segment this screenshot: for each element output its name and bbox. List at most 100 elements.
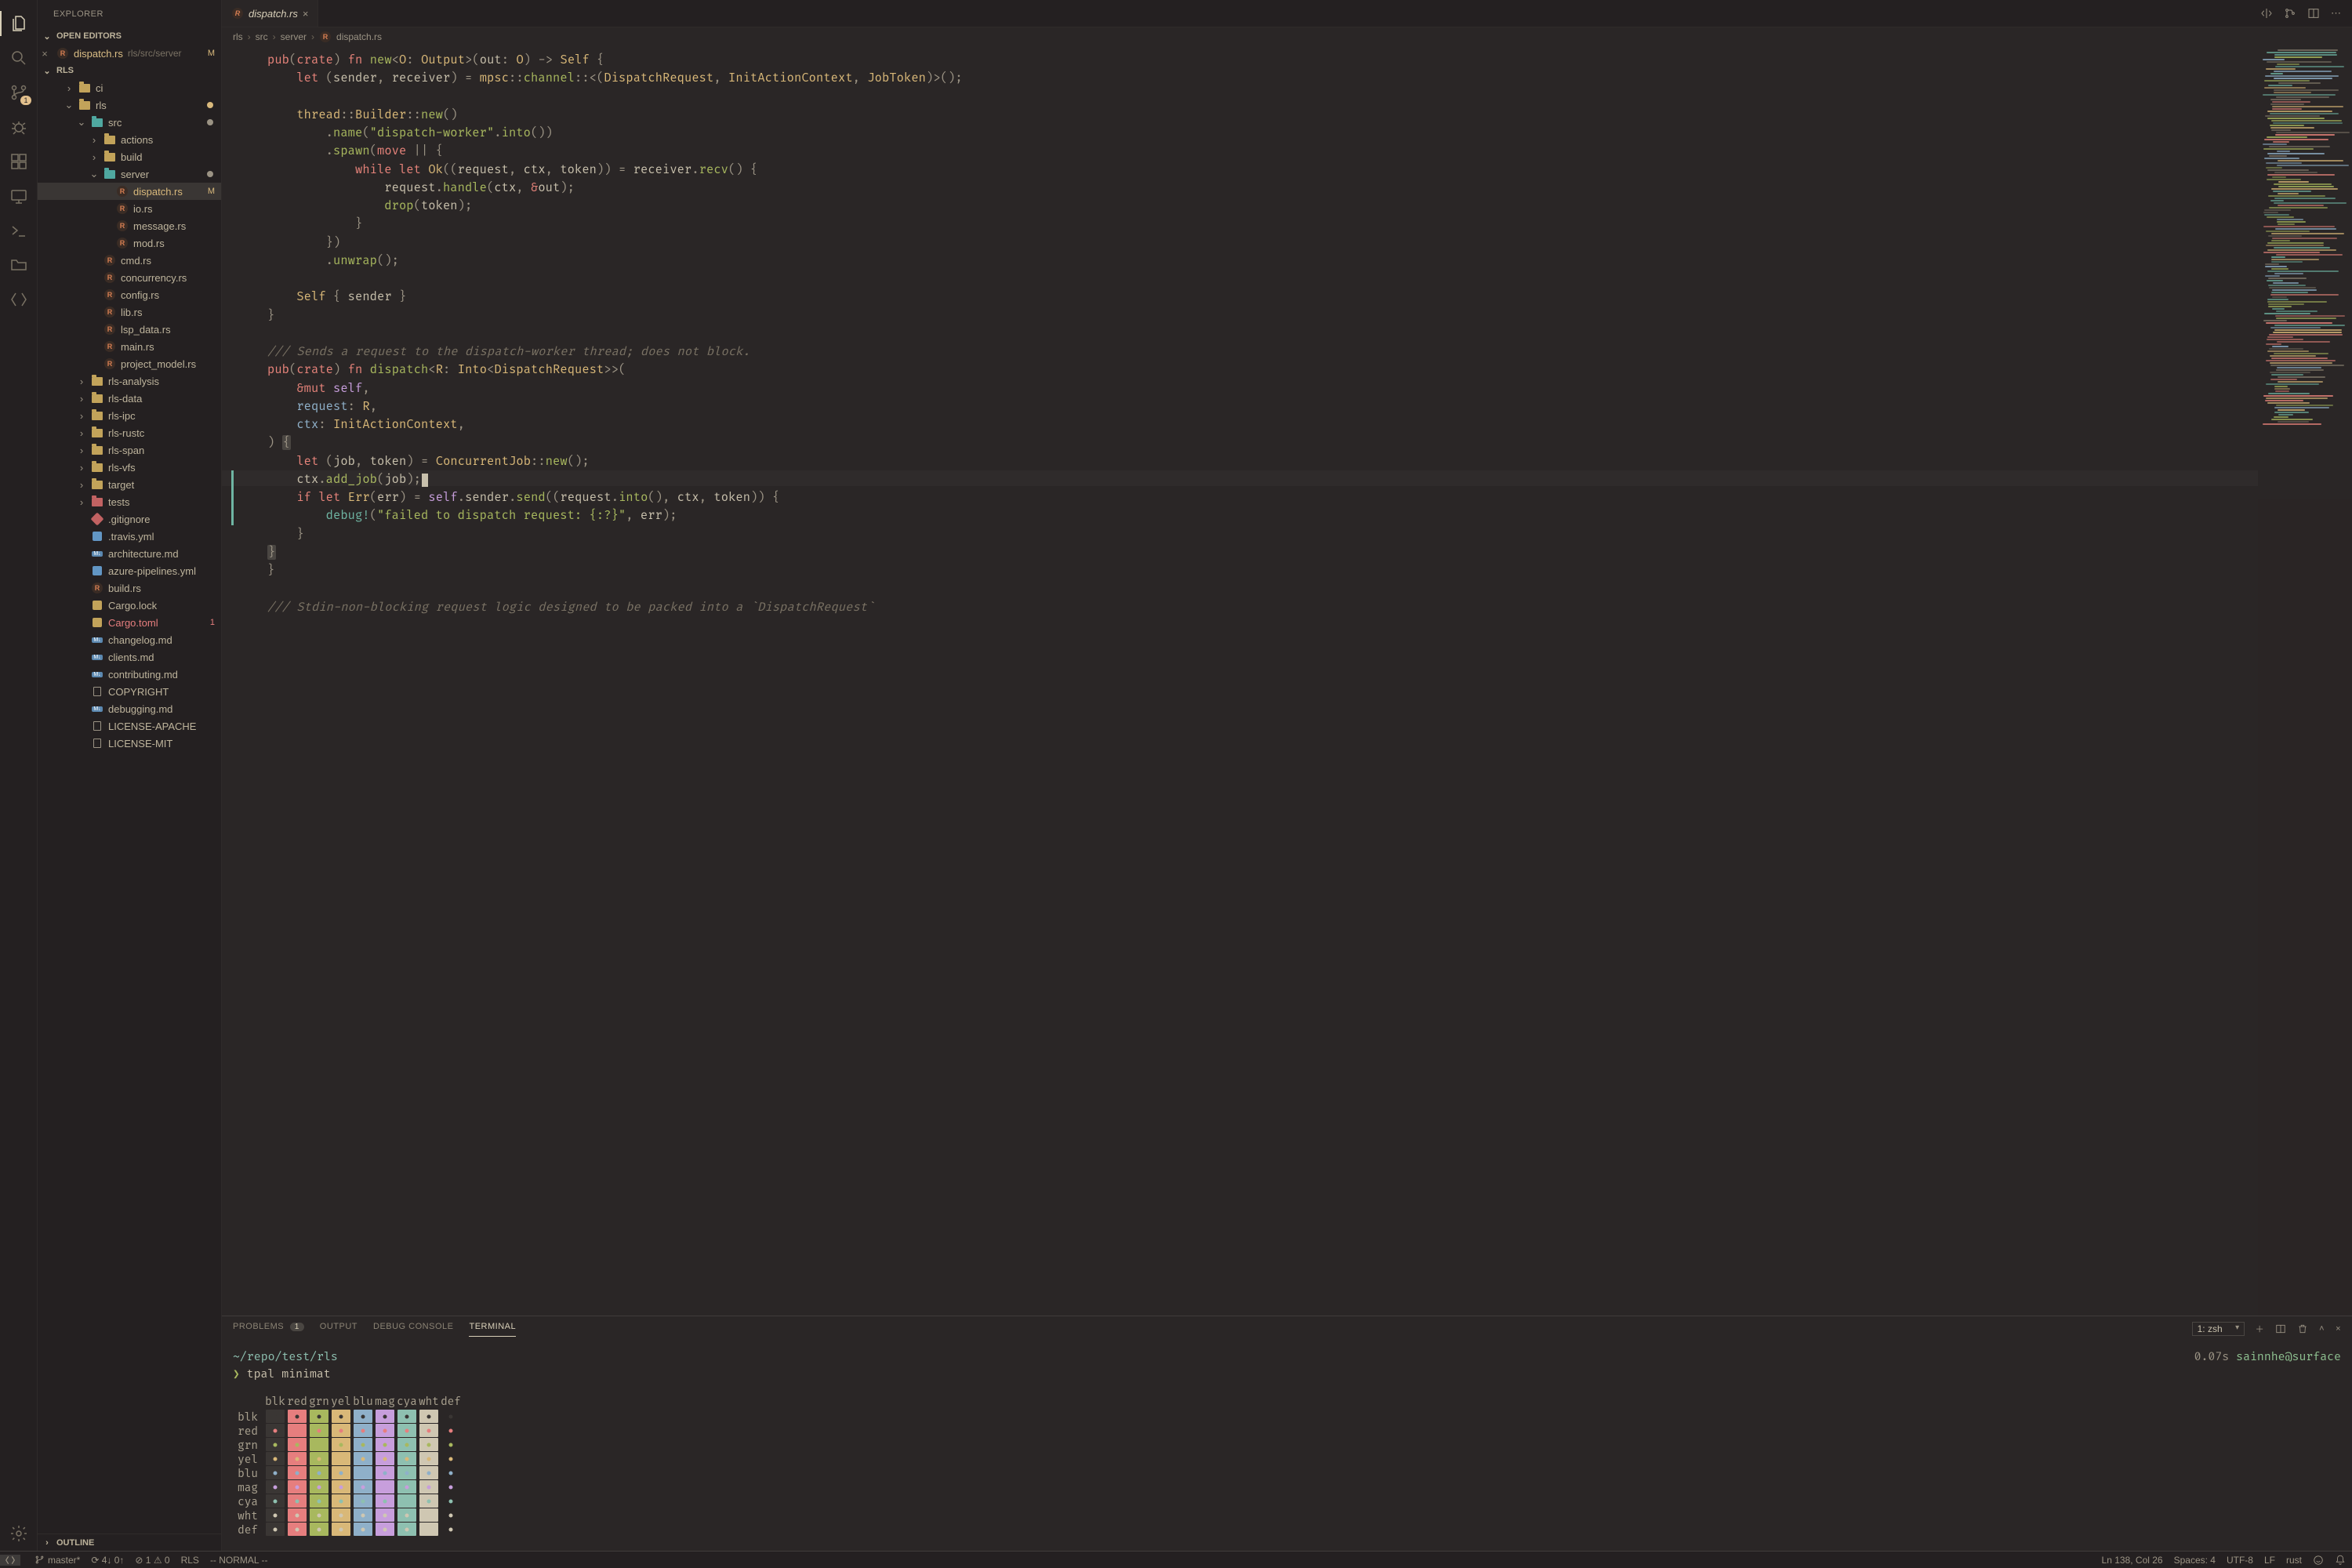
tree-folder[interactable]: › rls-rustc — [38, 424, 221, 441]
terminal-selector[interactable]: 1: zsh — [2192, 1322, 2245, 1336]
tree-file[interactable]: R lib.rs — [38, 303, 221, 321]
tree-file[interactable]: R message.rs — [38, 217, 221, 234]
tree-file[interactable]: COPYRIGHT — [38, 683, 221, 700]
activity-debug[interactable] — [0, 110, 38, 144]
tree-file[interactable]: R concurrency.rs — [38, 269, 221, 286]
crumb[interactable]: server — [281, 31, 307, 42]
minimap[interactable] — [2258, 46, 2352, 1316]
status-feedback-icon[interactable] — [2313, 1555, 2324, 1566]
close-icon[interactable]: × — [303, 8, 309, 20]
editor[interactable]: pub(crate) fn new<O: Output>(out: O) -> … — [222, 46, 2352, 1316]
split-terminal-icon[interactable] — [2275, 1323, 2286, 1334]
activity-search[interactable] — [0, 41, 38, 75]
status-sync[interactable]: ⟳ 4↓ 0↑ — [91, 1555, 124, 1566]
problems-badge: 1 — [290, 1323, 304, 1331]
tree-folder[interactable]: ⌄ rls — [38, 96, 221, 114]
crumb[interactable]: rls — [233, 31, 243, 42]
status-language[interactable]: rust — [2286, 1555, 2302, 1566]
tree-file[interactable]: R build.rs — [38, 579, 221, 597]
tree-file[interactable]: LICENSE-APACHE — [38, 717, 221, 735]
tree-folder[interactable]: ⌄ server — [38, 165, 221, 183]
chevron-icon: › — [89, 151, 99, 163]
branch-icon — [34, 1555, 45, 1565]
status-branch[interactable]: master* — [34, 1555, 80, 1566]
terminal-body[interactable]: 0.07s sainnhe@surface ~/repo/test/rls ❯ … — [222, 1341, 2352, 1551]
chevron-icon: › — [77, 410, 86, 422]
close-panel-icon[interactable]: × — [2336, 1324, 2341, 1334]
activity-settings[interactable] — [0, 1516, 38, 1551]
terminal-select[interactable]: 1: zsh — [2192, 1322, 2245, 1336]
tree-label: tests — [108, 496, 129, 508]
tab-debug-console[interactable]: DEBUG CONSOLE — [373, 1322, 453, 1336]
status-problems[interactable]: ⊘ 1 ⚠ 0 — [135, 1555, 169, 1566]
tree-file[interactable]: LICENSE-MIT — [38, 735, 221, 752]
tree-file[interactable]: M↓ changelog.md — [38, 631, 221, 648]
crumb[interactable]: src — [256, 31, 268, 42]
tree-file[interactable]: M↓ debugging.md — [38, 700, 221, 717]
tree-file[interactable]: Cargo.lock — [38, 597, 221, 614]
status-remote[interactable] — [0, 1555, 20, 1566]
tree-folder[interactable]: › rls-analysis — [38, 372, 221, 390]
activity-scm[interactable]: 1 — [0, 75, 38, 110]
tree-label: rls-rustc — [108, 427, 144, 439]
status-rls[interactable]: RLS — [181, 1555, 199, 1566]
status-bell-icon[interactable] — [2335, 1555, 2346, 1566]
activity-explorer[interactable] — [0, 6, 38, 41]
tree-folder[interactable]: › tests — [38, 493, 221, 510]
status-encoding[interactable]: UTF-8 — [2227, 1555, 2253, 1566]
workspace-header[interactable]: ⌄ RLS — [38, 62, 221, 79]
tree-file[interactable]: R main.rs — [38, 338, 221, 355]
open-editors-header[interactable]: ⌄ OPEN EDITORS — [38, 27, 221, 45]
tree-file[interactable]: R dispatch.rs M — [38, 183, 221, 200]
open-editor-item[interactable]: × R dispatch.rs rls/src/server M — [38, 45, 221, 62]
trash-icon[interactable] — [2297, 1323, 2308, 1334]
git-icon[interactable] — [2284, 7, 2296, 20]
new-terminal-icon[interactable]: ＋ — [2256, 1323, 2265, 1335]
activity-sync[interactable] — [0, 282, 38, 317]
workbench: 1 EXPLORER ⌄ OPEN EDITORS × — [0, 0, 2352, 1551]
tree-folder[interactable]: › rls-ipc — [38, 407, 221, 424]
tree-file[interactable]: M↓ contributing.md — [38, 666, 221, 683]
tree-folder[interactable]: › rls-data — [38, 390, 221, 407]
tree-file[interactable]: R io.rs — [38, 200, 221, 217]
tree-file[interactable]: R config.rs — [38, 286, 221, 303]
status-eol[interactable]: LF — [2264, 1555, 2275, 1566]
tree-folder[interactable]: › rls-span — [38, 441, 221, 459]
activity-folder[interactable] — [0, 248, 38, 282]
crumb[interactable]: dispatch.rs — [336, 31, 382, 42]
status-cursor-pos[interactable]: Ln 138, Col 26 — [2102, 1555, 2163, 1566]
maximize-panel-icon[interactable]: ˄ — [2319, 1324, 2325, 1334]
status-indent[interactable]: Spaces: 4 — [2174, 1555, 2216, 1566]
tree-folder[interactable]: ⌄ src — [38, 114, 221, 131]
tree-folder[interactable]: › ci — [38, 79, 221, 96]
tab-terminal[interactable]: TERMINAL — [469, 1322, 516, 1337]
tree-folder[interactable]: › rls-vfs — [38, 459, 221, 476]
tab-dispatch[interactable]: R dispatch.rs × — [222, 0, 318, 27]
activity-extensions[interactable] — [0, 144, 38, 179]
tree-file[interactable]: .travis.yml — [38, 528, 221, 545]
tree-label: src — [108, 117, 122, 129]
tree-folder[interactable]: › build — [38, 148, 221, 165]
file-tree[interactable]: › ci ⌄ rls ⌄ src › actions › build ⌄ ser… — [38, 79, 221, 1534]
tab-output[interactable]: OUTPUT — [320, 1322, 358, 1336]
tree-file[interactable]: M↓ clients.md — [38, 648, 221, 666]
breadcrumb[interactable]: rls› src› server› R dispatch.rs — [222, 27, 2352, 46]
tree-file[interactable]: azure-pipelines.yml — [38, 562, 221, 579]
activity-remote[interactable] — [0, 179, 38, 213]
tree-file[interactable]: R project_model.rs — [38, 355, 221, 372]
tree-file[interactable]: M↓ architecture.md — [38, 545, 221, 562]
outline-header[interactable]: › OUTLINE — [38, 1534, 221, 1551]
tree-folder[interactable]: › actions — [38, 131, 221, 148]
activity-terminal[interactable] — [0, 213, 38, 248]
more-icon[interactable]: ⋯ — [2331, 7, 2341, 20]
close-icon[interactable]: × — [38, 48, 52, 60]
split-icon[interactable] — [2307, 7, 2320, 20]
tree-file[interactable]: .gitignore — [38, 510, 221, 528]
tab-problems[interactable]: PROBLEMS 1 — [233, 1322, 304, 1336]
tree-file[interactable]: R lsp_data.rs — [38, 321, 221, 338]
tree-file[interactable]: R cmd.rs — [38, 252, 221, 269]
compare-icon[interactable] — [2260, 7, 2273, 20]
tree-folder[interactable]: › target — [38, 476, 221, 493]
tree-file[interactable]: R mod.rs — [38, 234, 221, 252]
tree-file[interactable]: Cargo.toml 1 — [38, 614, 221, 631]
